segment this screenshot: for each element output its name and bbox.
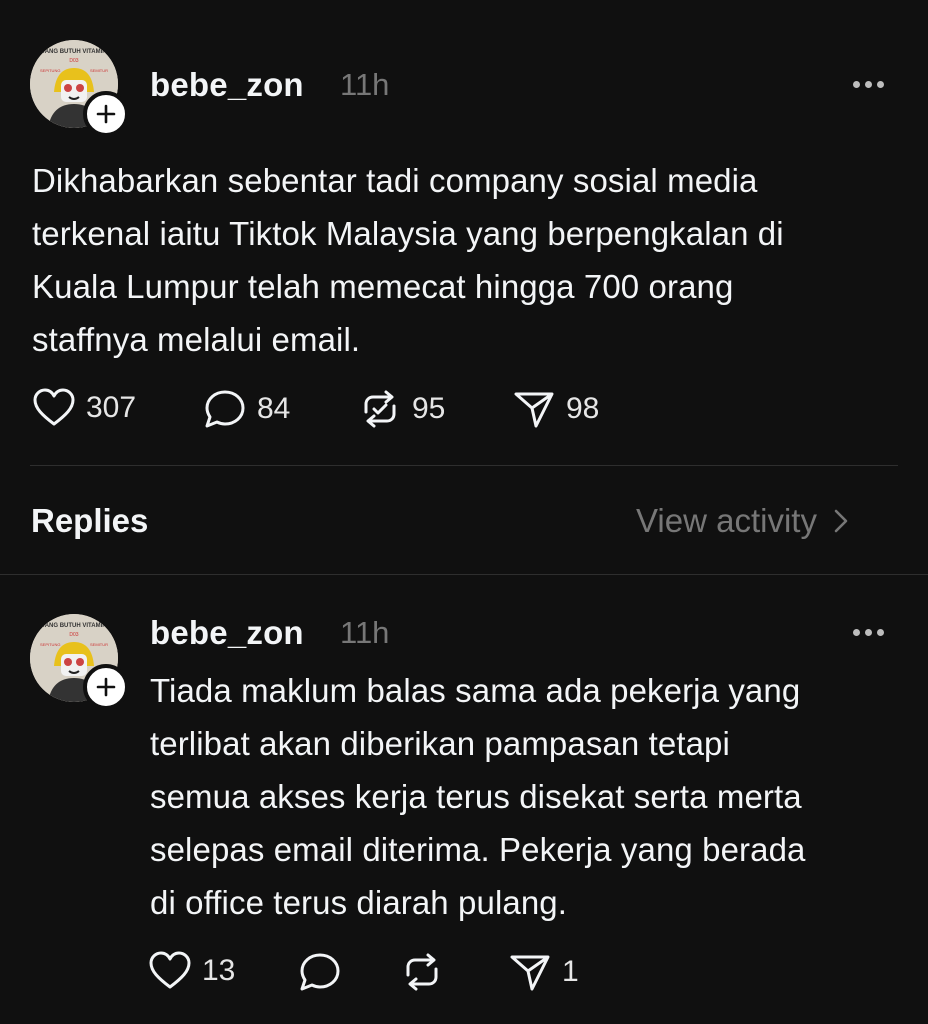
reply-share-count: 1 [562, 955, 579, 988]
reply-comment-button[interactable] [298, 951, 342, 993]
reply-repost-button[interactable] [400, 951, 444, 993]
plus-icon [96, 104, 116, 124]
comment-icon [300, 953, 340, 991]
avatar-text-mid: D03 [69, 58, 78, 64]
heart-icon [33, 388, 75, 426]
avatar-text-top: JANG BUTUH VITAMIN [41, 623, 106, 629]
post-text-line: terkenal iaitu Tiktok Malaysia yang berp… [32, 215, 784, 252]
post-text-line: Kuala Lumpur telah memecat hingga 700 or… [32, 268, 734, 305]
heart-icon [149, 951, 191, 989]
repost-icon [364, 390, 396, 428]
reply-like-count: 13 [202, 954, 236, 987]
reply-body: Tiada maklum balas sama ada pekerja yang… [150, 664, 920, 929]
share-button[interactable]: 98 [512, 388, 599, 430]
divider [0, 574, 928, 575]
reply-text-line: semua akses kerja terus disekat serta me… [150, 778, 802, 815]
post-text-line: staffnya melalui email. [32, 321, 361, 358]
send-icon [510, 955, 550, 991]
avatar-text-left: SEPITUNG [40, 68, 60, 73]
more-icon[interactable] [853, 81, 884, 88]
comment-button[interactable]: 84 [203, 388, 290, 430]
repost-count: 95 [412, 392, 446, 425]
post-time: 11h [340, 67, 390, 102]
post-text-line: Dikhabarkan sebentar tadi company sosial… [32, 162, 758, 199]
avatar-text-right: SEMITUR [90, 68, 108, 73]
avatar-text-left: SEPITUNG [40, 642, 60, 647]
like-count: 307 [86, 391, 137, 424]
view-activity-label: View activity [636, 502, 817, 539]
avatar-text-top: JANG BUTUH VITAMIN [41, 49, 106, 55]
send-icon [514, 392, 554, 428]
post-body: Dikhabarkan sebentar tadi company sosial… [32, 154, 912, 366]
reply-share-button[interactable]: 1 [508, 951, 579, 993]
more-icon[interactable] [853, 629, 884, 636]
comment-count: 84 [257, 392, 291, 425]
post-username[interactable]: bebe_zon [150, 66, 304, 104]
repost-button[interactable]: 95 [358, 388, 445, 430]
chevron-right-icon [834, 509, 848, 533]
repost-icon [406, 953, 438, 991]
reply-text-line: terlibat akan diberikan pampasan tetapi [150, 725, 730, 762]
reply-text-line: di office terus diarah pulang. [150, 884, 567, 921]
plus-icon [96, 677, 116, 697]
avatar-text-mid: D03 [69, 632, 78, 638]
reply-username[interactable]: bebe_zon [150, 614, 304, 652]
reply-follow-button[interactable] [83, 664, 129, 710]
share-count: 98 [566, 392, 600, 425]
avatar-text-right: SEMITUR [90, 642, 108, 647]
comment-icon [205, 390, 245, 428]
replies-title: Replies [31, 502, 149, 539]
reply-text-line: selepas email diterima. Pekerja yang ber… [150, 831, 806, 868]
view-activity-link[interactable]: View activity [636, 502, 849, 540]
reply-text-line: Tiada maklum balas sama ada pekerja yang [150, 672, 801, 709]
reply-time: 11h [340, 615, 390, 650]
like-button[interactable]: 307 [32, 388, 136, 428]
divider [30, 465, 898, 466]
follow-button[interactable] [83, 91, 129, 137]
reply-like-button[interactable]: 13 [148, 951, 235, 991]
